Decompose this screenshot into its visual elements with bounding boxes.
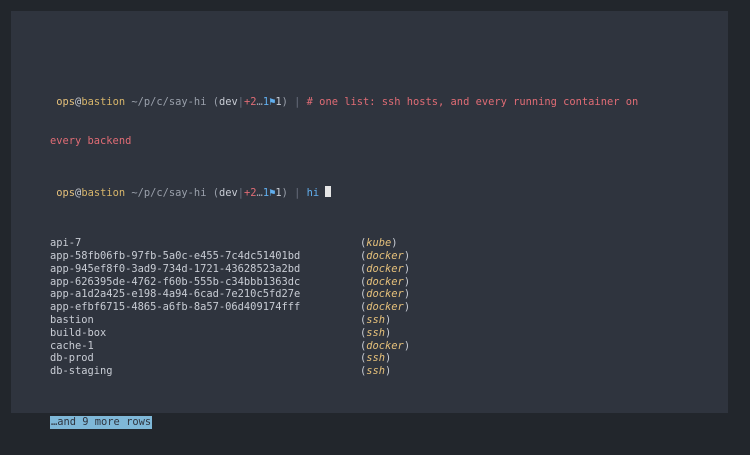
list-item[interactable]: app-a1d2a425-e198-4a94-6cad-7e210c5fd27e… [50,288,720,301]
list-item-type: (ssh) [360,326,392,339]
list-item-name: app-a1d2a425-e198-4a94-6cad-7e210c5fd27e [50,288,301,301]
list-item[interactable]: app-58fb06fb-97fb-5a0c-e455-7c4dc51401bd… [50,250,720,263]
list-item[interactable]: cache-1 (docker) [50,340,720,353]
list-item-type-label: docker [366,288,404,301]
prompt-line-1: ops@bastion ~/p/c/say-hi (dev|+2…1⚑1) | … [50,96,720,109]
command-comment-wrap: every backend [50,134,132,147]
list-item-type: (docker) [360,275,411,288]
list-item-name: app-efbf6715-4865-a6fb-8a57-06d409174fff [50,301,301,314]
list-item-name: cache-1 [50,339,94,352]
terminal-window: ops@bastion ~/p/c/say-hi (dev|+2…1⚑1) | … [11,11,728,430]
list-item-type: (ssh) [360,352,392,365]
prompt-line-1-wrap: every backend [50,135,720,148]
list-item-type: (docker) [360,301,411,314]
list-item[interactable]: app-efbf6715-4865-a6fb-8a57-06d409174fff… [50,301,720,314]
more-rows-line: …and 9 more rows [50,416,720,430]
list-item-type: (ssh) [360,365,392,378]
list-item[interactable]: db-staging (ssh) [50,365,720,378]
list-item-type-label: docker [366,262,404,275]
list-item-type-label: docker [366,301,404,314]
list-item-name: app-58fb06fb-97fb-5a0c-e455-7c4dc51401bd [50,249,301,262]
list-item-type: (docker) [360,288,411,301]
list-item-type-label: docker [366,249,404,262]
list-item-type: (docker) [360,262,411,275]
prompt-pipe: | [294,96,301,109]
prompt-line-2: ops@bastion ~/p/c/say-hi (dev|+2…1⚑1) | … [50,185,720,199]
list-item-type: (docker) [360,249,411,262]
list-item-type: (ssh) [360,313,392,326]
git-branch: dev [218,96,238,109]
list-item-type-label: kube [366,237,392,250]
git-close-paren: ) [281,96,288,109]
prompt-path: ~/p/c/say-hi [131,96,207,109]
command-comment: # one list: ssh hosts, and every running… [306,96,639,109]
list-item-type-label: docker [366,275,404,288]
prompt-user: ops [56,186,76,199]
prompt-pipe: | [294,186,301,199]
list-item[interactable]: api-7 (kube) [50,237,720,250]
list-item-type: (docker) [360,339,411,352]
prompt-host: bastion [81,96,126,109]
list-item-name: db-prod [50,352,94,365]
prompt-user: ops [56,96,76,109]
more-rows-indicator[interactable]: …and 9 more rows [50,416,153,430]
list-item[interactable]: db-prod (ssh) [50,352,720,365]
list-item-name: build-box [50,326,107,339]
git-ahead: +2 [244,96,257,109]
terminal-output[interactable]: ops@bastion ~/p/c/say-hi (dev|+2…1⚑1) | … [50,58,720,455]
list-item-type-label: ssh [366,326,386,339]
command-input[interactable]: hi [307,187,320,199]
list-item-type-label: ssh [366,313,386,326]
list-item-type-label: ssh [366,365,386,378]
text-cursor [325,185,332,197]
list-item[interactable]: build-box (ssh) [50,327,720,340]
list-item[interactable]: app-945ef8f0-3ad9-734d-1721-43628523a2bd… [50,263,720,276]
list-item-name: app-626395de-4762-f60b-555b-c34bbb1363dc [50,275,301,288]
list-item-name: bastion [50,313,94,326]
git-branch: dev [218,186,238,199]
list-item-type-label: ssh [366,352,386,365]
list-item-name: app-945ef8f0-3ad9-734d-1721-43628523a2bd [50,262,301,275]
list-item[interactable]: bastion (ssh) [50,314,720,327]
list-item[interactable]: app-626395de-4762-f60b-555b-c34bbb1363dc… [50,276,720,289]
prompt-path: ~/p/c/say-hi [131,186,207,199]
list-item-type: (kube) [360,237,398,250]
git-close-paren: ) [281,186,288,199]
list-item-name: db-staging [50,365,113,378]
list-item-name: api-7 [50,237,82,250]
list-item-type-label: docker [366,339,404,352]
git-ahead: +2 [244,186,257,199]
host-list: api-7 (kube) app-58fb06fb-97fb-5a0c-e455-7… [50,237,720,378]
prompt-host: bastion [81,186,126,199]
